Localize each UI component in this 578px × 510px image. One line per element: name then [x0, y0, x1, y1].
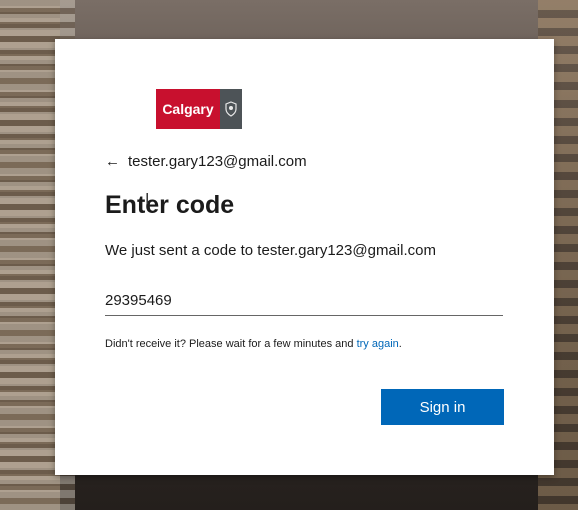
logo-text: Calgary: [156, 89, 220, 129]
identity-banner: ← tester.gary123@gmail.com: [105, 153, 307, 170]
help-text: Didn't receive it? Please wait for a few…: [105, 338, 402, 350]
crest-icon: [220, 89, 242, 129]
help-suffix: .: [398, 338, 402, 350]
identity-email: tester.gary123@gmail.com: [128, 153, 307, 170]
page-title: Enter code: [105, 191, 235, 219]
code-input[interactable]: [105, 285, 503, 316]
signin-card: Calgary ← tester.gary123@gmail.com Enter…: [55, 39, 554, 475]
try-again-link[interactable]: try again: [357, 338, 399, 350]
text-cursor-icon: I: [145, 191, 150, 208]
back-arrow-icon[interactable]: ←: [105, 153, 120, 170]
help-message: Didn't receive it? Please wait for a few…: [105, 338, 357, 350]
sign-in-button[interactable]: Sign in: [381, 389, 504, 425]
calgary-logo: Calgary: [156, 89, 242, 129]
description-text: We just sent a code to tester.gary123@gm…: [105, 242, 436, 259]
